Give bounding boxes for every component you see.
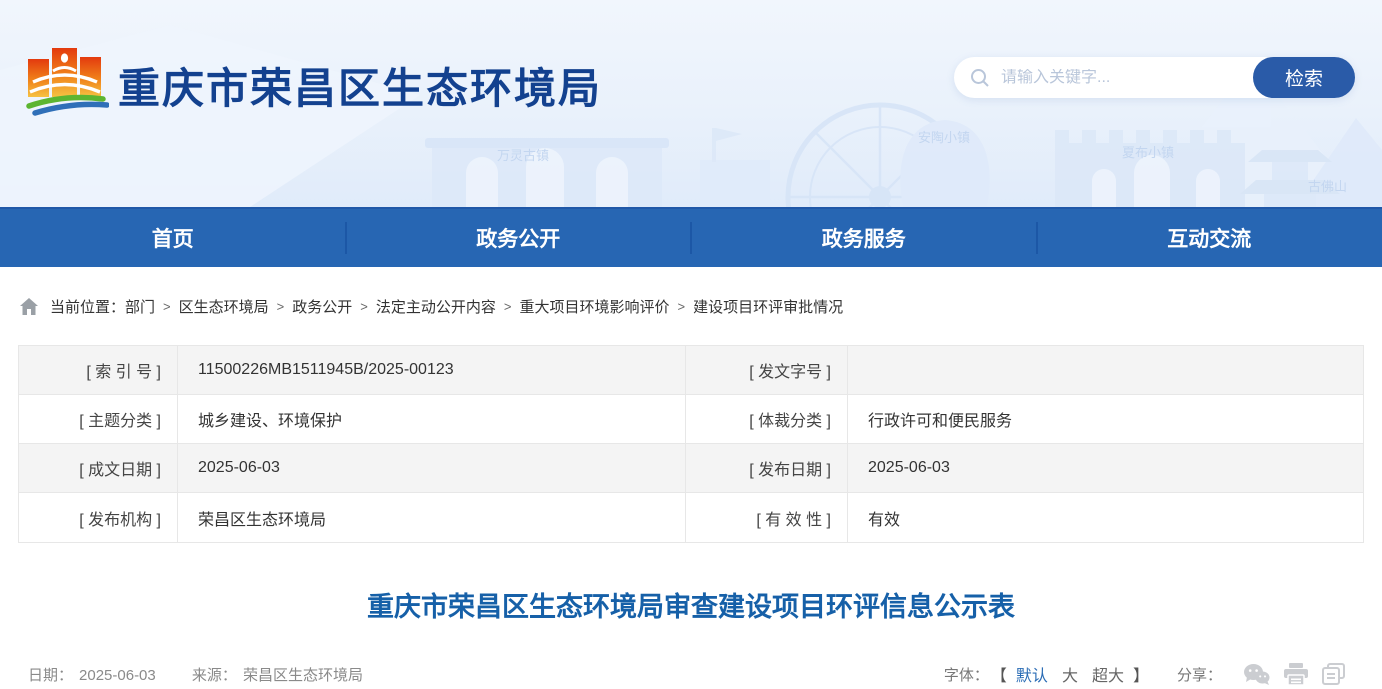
- breadcrumb-item-major-project-eia[interactable]: 重大项目环境影响评价: [519, 296, 669, 317]
- breadcrumb-item-department[interactable]: 部门: [125, 296, 155, 317]
- page-header: 万灵古镇 安陶小镇 夏布小镇 古佛山: [0, 0, 1382, 207]
- nav-item-gov-info[interactable]: 政务公开: [346, 209, 692, 267]
- issuing-agency-label: [ 发布机构 ]: [19, 493, 178, 542]
- table-row: [ 成文日期 ] 2025-06-03 [ 发布日期 ] 2025-06-03: [19, 444, 1363, 493]
- source-value: 荣昌区生态环境局: [243, 667, 363, 684]
- breadcrumb: 当前位置： 部门 > 区生态环境局 > 政务公开 > 法定主动公开内容 > 重大…: [0, 267, 1382, 345]
- search-input[interactable]: [991, 69, 1253, 87]
- article-meta-bar: 日期： 2025-06-03 来源： 荣昌区生态环境局 字体： 【 默认 大 超大 …: [28, 662, 1352, 686]
- watermark-xiabu-label: 夏布小镇: [1122, 145, 1174, 160]
- written-date-value: 2025-06-03: [178, 444, 686, 492]
- index-number-label: [ 索 引 号 ]: [19, 346, 178, 394]
- breadcrumb-separator: >: [504, 299, 512, 314]
- validity-value: 有效: [848, 493, 1363, 542]
- breadcrumb-item-gov-info[interactable]: 政务公开: [292, 296, 352, 317]
- article-toolbar: 字体： 【 默认 大 超大 】 分享：: [944, 662, 1352, 686]
- subject-category-value: 城乡建设、环境保护: [178, 395, 686, 443]
- breadcrumb-separator: >: [360, 299, 368, 314]
- date-label: 日期：: [28, 667, 73, 684]
- print-icon[interactable]: [1284, 663, 1308, 685]
- main-nav: 首页 政务公开 政务服务 互动交流: [0, 207, 1382, 267]
- issuing-agency-value: 荣昌区生态环境局: [178, 493, 686, 542]
- breadcrumb-separator: >: [163, 299, 171, 314]
- site-title: 重庆市荣昌区生态环境局: [118, 55, 602, 116]
- watermark-gufoshan-label: 古佛山: [1308, 179, 1347, 194]
- watermark-antao-label: 安陶小镇: [918, 130, 970, 145]
- share-label: 分享：: [1177, 664, 1222, 685]
- table-row: [ 主题分类 ] 城乡建设、环境保护 [ 体裁分类 ] 行政许可和便民服务: [19, 395, 1363, 444]
- wechat-share-icon[interactable]: [1243, 663, 1270, 685]
- date-value: 2025-06-03: [79, 667, 156, 684]
- breadcrumb-item-eia-approval-status[interactable]: 建设项目环评审批情况: [693, 296, 843, 317]
- nav-item-gov-services[interactable]: 政务服务: [691, 209, 1037, 267]
- watermark-wanling-label: 万灵古镇: [497, 148, 549, 163]
- font-size-label: 字体：: [944, 664, 989, 685]
- copy-document-icon[interactable]: [1322, 663, 1345, 685]
- source-label: 来源：: [192, 667, 237, 684]
- font-bracket-open: 【: [991, 662, 1007, 686]
- breadcrumb-item-eco-bureau[interactable]: 区生态环境局: [179, 296, 269, 317]
- page-title: 重庆市荣昌区生态环境局审查建设项目环评信息公示表: [0, 585, 1382, 624]
- index-number-value: 11500226MB1511945B/2025-00123: [178, 346, 686, 394]
- search-button[interactable]: 检索: [1253, 57, 1355, 98]
- article-meta-left: 日期： 2025-06-03 来源： 荣昌区生态环境局: [28, 664, 369, 685]
- written-date-label: [ 成文日期 ]: [19, 444, 178, 492]
- table-row: [ 索 引 号 ] 11500226MB1511945B/2025-00123 …: [19, 346, 1363, 395]
- publish-date-label: [ 发布日期 ]: [686, 444, 848, 492]
- font-size-xlarge-button[interactable]: 超大: [1092, 662, 1124, 686]
- nav-item-interaction[interactable]: 互动交流: [1037, 209, 1382, 267]
- genre-category-label: [ 体裁分类 ]: [686, 395, 848, 443]
- breadcrumb-separator: >: [277, 299, 285, 314]
- table-row: [ 发布机构 ] 荣昌区生态环境局 [ 有 效 性 ] 有效: [19, 493, 1363, 542]
- search-icon: [969, 67, 991, 89]
- genre-category-value: 行政许可和便民服务: [848, 395, 1363, 443]
- font-bracket-close: 】: [1133, 662, 1149, 686]
- nav-item-home[interactable]: 首页: [0, 209, 346, 267]
- validity-label: [ 有 效 性 ]: [686, 493, 848, 542]
- doc-number-value: [848, 346, 1363, 394]
- breadcrumb-separator: >: [677, 299, 685, 314]
- site-logo-icon[interactable]: [25, 44, 109, 121]
- publish-date-value: 2025-06-03: [848, 444, 1363, 492]
- doc-number-label: [ 发文字号 ]: [686, 346, 848, 394]
- search-bar: 检索: [954, 57, 1355, 98]
- breadcrumb-item-statutory-disclosure[interactable]: 法定主动公开内容: [376, 296, 496, 317]
- font-size-default-button[interactable]: 默认: [1016, 662, 1048, 686]
- breadcrumb-prefix: 当前位置：: [50, 296, 125, 317]
- font-size-large-button[interactable]: 大: [1062, 662, 1078, 686]
- doc-info-table: [ 索 引 号 ] 11500226MB1511945B/2025-00123 …: [18, 345, 1364, 543]
- subject-category-label: [ 主题分类 ]: [19, 395, 178, 443]
- home-icon[interactable]: [20, 298, 38, 315]
